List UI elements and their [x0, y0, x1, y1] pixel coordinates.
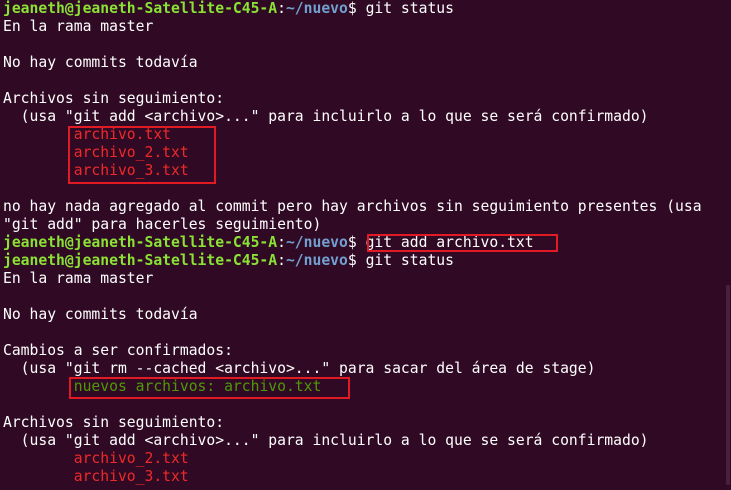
- prompt-line-1: jeaneth@jeaneth-Satellite-C45-A:~/nuevo$…: [3, 0, 731, 18]
- untracked-file: archivo.txt: [3, 126, 731, 144]
- output-nothing-added-1: no hay nada agregado al commit pero hay …: [3, 198, 702, 215]
- output-branch-2: En la rama master: [3, 270, 154, 287]
- prompt-line-2: jeaneth@jeaneth-Satellite-C45-A:~/nuevo$…: [3, 234, 731, 252]
- terminal-scrollbar[interactable]: [725, 0, 731, 490]
- scrollbar-thumb[interactable]: [726, 285, 730, 485]
- output-staged-hint: (usa "git rm --cached <archivo>..." para…: [3, 360, 596, 377]
- output-no-commits-1: No hay commits todavía: [3, 54, 198, 71]
- prompt-symbol: $: [347, 252, 366, 269]
- output-untracked-hint-1: (usa "git add <archivo>..." para incluir…: [3, 108, 649, 125]
- output-staged-header: Cambios a ser confirmados:: [3, 342, 233, 359]
- staged-file-name: nuevos archivos: archivo.txt: [73, 378, 322, 395]
- untracked-file-name: archivo_3.txt: [73, 162, 189, 179]
- command-git-status-1: git status: [365, 0, 454, 17]
- untracked-file: archivo_2.txt: [3, 144, 731, 162]
- untracked-file: archivo_3.txt: [3, 468, 731, 486]
- output-no-commits-2: No hay commits todavía: [3, 306, 198, 323]
- command-git-add: git add archivo.txt: [365, 234, 534, 251]
- prompt-colon: :: [277, 234, 286, 251]
- prompt-path: ~/nuevo: [285, 0, 348, 17]
- output-nothing-added-2: "git add" para hacerles seguimiento): [3, 216, 322, 233]
- untracked-file: archivo_3.txt: [3, 162, 731, 180]
- prompt-symbol: $: [347, 0, 366, 17]
- terminal-window[interactable]: jeaneth@jeaneth-Satellite-C45-A:~/nuevo$…: [0, 0, 731, 490]
- prompt-user-host: jeaneth@jeaneth-Satellite-C45-A: [3, 0, 278, 17]
- untracked-file: archivo_2.txt: [3, 450, 731, 468]
- untracked-file-name: archivo_2.txt: [73, 450, 189, 467]
- untracked-file-name: archivo_3.txt: [73, 468, 189, 485]
- prompt-user-host: jeaneth@jeaneth-Satellite-C45-A: [3, 234, 278, 251]
- prompt-colon: :: [277, 0, 286, 17]
- output-untracked-header-2: Archivos sin seguimiento:: [3, 414, 225, 431]
- output-branch-1: En la rama master: [3, 18, 154, 35]
- prompt-user-host: jeaneth@jeaneth-Satellite-C45-A: [3, 252, 278, 269]
- output-untracked-hint-2: (usa "git add <archivo>..." para incluir…: [3, 432, 649, 449]
- staged-file: nuevos archivos: archivo.txt: [3, 378, 731, 396]
- prompt-path: ~/nuevo: [285, 234, 348, 251]
- prompt-line-3: jeaneth@jeaneth-Satellite-C45-A:~/nuevo$…: [3, 252, 731, 270]
- prompt-colon: :: [277, 252, 286, 269]
- untracked-file-name: archivo_2.txt: [73, 144, 189, 161]
- output-untracked-header-1: Archivos sin seguimiento:: [3, 90, 225, 107]
- command-git-status-2: git status: [365, 252, 454, 269]
- prompt-symbol: $: [347, 234, 366, 251]
- prompt-path: ~/nuevo: [285, 252, 348, 269]
- untracked-file-name: archivo.txt: [73, 126, 172, 143]
